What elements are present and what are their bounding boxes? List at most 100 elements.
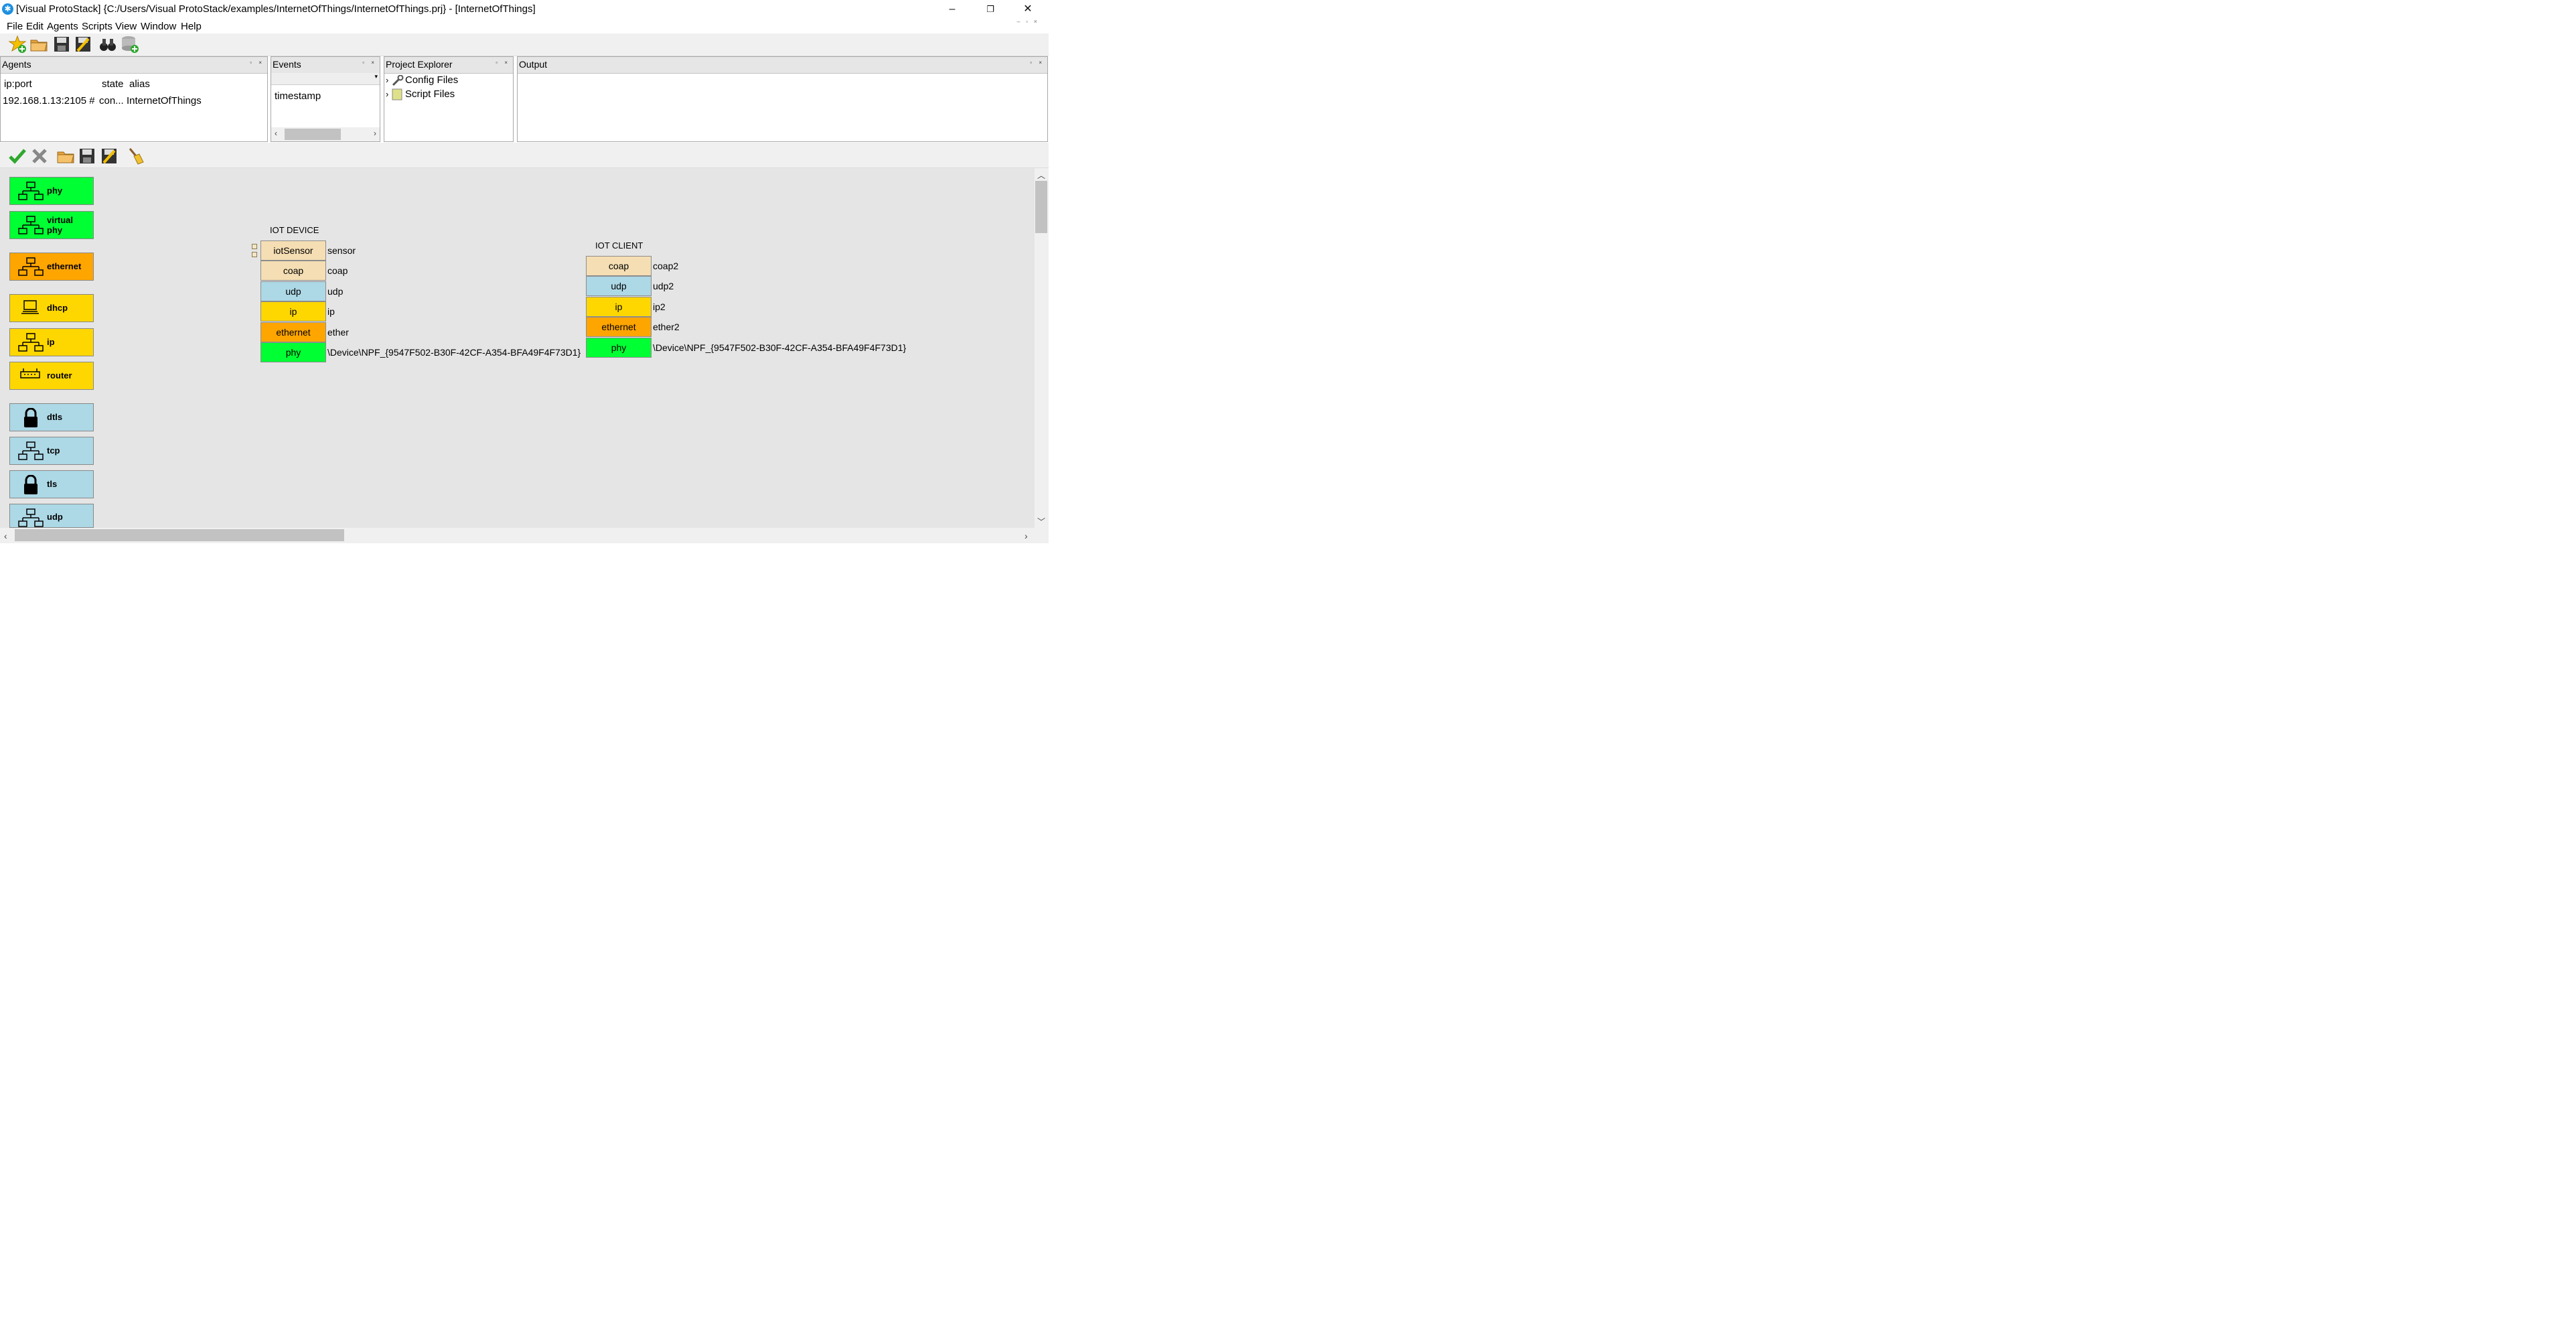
menu-edit[interactable]: Edit bbox=[26, 20, 44, 33]
palette-item-dtls[interactable]: dtls bbox=[9, 403, 94, 431]
save-as-icon[interactable] bbox=[100, 147, 119, 165]
vscroll-thumb[interactable] bbox=[1035, 181, 1047, 233]
layer-ip[interactable]: ip bbox=[260, 301, 326, 322]
palette-item-virtual-phy[interactable]: virtual phy bbox=[9, 211, 94, 239]
chevron-right-icon[interactable]: › bbox=[386, 75, 388, 85]
output-panel: Output ▫ × bbox=[517, 56, 1048, 142]
palette-label: ip bbox=[47, 337, 55, 347]
layer-ethernet[interactable]: ethernet bbox=[586, 317, 652, 337]
tree-item-label: Config Files bbox=[405, 74, 459, 86]
palette-label: dtls bbox=[47, 412, 63, 422]
panel-controls[interactable]: ▫ × bbox=[1030, 60, 1045, 66]
broom-icon[interactable] bbox=[126, 147, 145, 165]
column-header-alias[interactable]: alias bbox=[129, 78, 150, 90]
menu-scripts[interactable]: Scripts bbox=[82, 20, 112, 33]
scroll-right-icon[interactable]: › bbox=[1025, 531, 1028, 541]
tree-item-script-files[interactable]: › Script Files bbox=[384, 88, 513, 102]
output-panel-header: Output ▫ × bbox=[518, 57, 1047, 74]
scroll-left-icon[interactable]: ‹ bbox=[275, 129, 277, 138]
wrench-icon bbox=[392, 75, 404, 86]
palette-item-tcp[interactable]: tcp bbox=[9, 437, 94, 465]
palette-label: udp bbox=[47, 512, 63, 522]
stack-title: IOT DEVICE bbox=[270, 225, 319, 235]
layer-udp[interactable]: udp bbox=[260, 281, 326, 301]
column-header-ipport[interactable]: ip:port bbox=[4, 78, 32, 90]
scroll-right-icon[interactable]: › bbox=[374, 129, 376, 138]
hscroll-thumb[interactable] bbox=[15, 529, 344, 541]
layer-phy[interactable]: phy bbox=[260, 342, 326, 362]
events-scroll-thumb[interactable] bbox=[285, 129, 341, 140]
new-project-icon[interactable] bbox=[8, 35, 27, 54]
tree-item-label: Script Files bbox=[405, 88, 455, 100]
lock-icon bbox=[24, 475, 37, 494]
scroll-left-icon[interactable]: ‹ bbox=[4, 531, 7, 541]
events-column-timestamp[interactable]: timestamp bbox=[275, 90, 321, 102]
database-add-icon[interactable] bbox=[121, 35, 139, 54]
binoculars-icon[interactable] bbox=[98, 35, 117, 54]
layer-alias: ether2 bbox=[653, 322, 680, 332]
close-button[interactable]: ✕ bbox=[1012, 0, 1043, 20]
layer-alias: \Device\NPF_{9547F502-B30F-42CF-A354-BFA… bbox=[327, 347, 581, 358]
menu-file[interactable]: File bbox=[7, 20, 23, 33]
layer-ethernet[interactable]: ethernet bbox=[260, 322, 326, 342]
layer-phy[interactable]: phy bbox=[586, 338, 652, 358]
layer-coap[interactable]: coap bbox=[260, 261, 326, 281]
palette-item-router[interactable]: router bbox=[9, 362, 94, 390]
events-hscrollbar[interactable]: ‹ › bbox=[271, 127, 380, 141]
events-filter-dropdown[interactable]: ▾ bbox=[271, 73, 380, 85]
table-row[interactable]: 192.168.1.13:2105 # con... InternetOfThi… bbox=[1, 92, 267, 109]
layer-alias: udp bbox=[327, 286, 344, 297]
tree-item-config-files[interactable]: › Config Files bbox=[384, 74, 513, 88]
palette-item-ip[interactable]: ip bbox=[9, 328, 94, 356]
restore-button[interactable]: ❐ bbox=[975, 0, 1006, 20]
checkmark-icon[interactable] bbox=[8, 147, 27, 165]
menu-window[interactable]: Window bbox=[141, 20, 176, 33]
agents-panel-title: Agents bbox=[2, 59, 31, 70]
save-icon[interactable] bbox=[78, 147, 96, 165]
panel-controls[interactable]: ▫ × bbox=[496, 60, 510, 66]
events-panel-header: Events ▫ × bbox=[271, 57, 380, 74]
panel-controls[interactable]: ▫ × bbox=[250, 60, 264, 66]
palette-item-tls[interactable]: tls bbox=[9, 470, 94, 498]
output-panel-title: Output bbox=[519, 59, 548, 70]
scroll-up-icon[interactable]: ︿ bbox=[1037, 169, 1045, 181]
resize-handle[interactable] bbox=[252, 244, 257, 249]
layer-alias: udp2 bbox=[653, 281, 674, 291]
cancel-x-icon[interactable] bbox=[30, 147, 49, 165]
palette-label: router bbox=[47, 370, 72, 380]
menu-agents[interactable]: Agents bbox=[47, 20, 78, 33]
network-icon bbox=[18, 441, 44, 460]
menu-help[interactable]: Help bbox=[181, 20, 202, 33]
open-folder-icon[interactable] bbox=[29, 35, 48, 54]
save-as-icon[interactable] bbox=[74, 35, 92, 54]
layer-alias: ether bbox=[327, 327, 349, 338]
menu-view[interactable]: View bbox=[115, 20, 137, 33]
minimize-button[interactable]: – bbox=[937, 0, 968, 20]
network-icon bbox=[18, 508, 44, 527]
scroll-down-icon[interactable]: ﹀ bbox=[1037, 516, 1045, 527]
palette-item-phy[interactable]: phy bbox=[9, 177, 94, 205]
panel-controls[interactable]: ▫ × bbox=[362, 60, 377, 66]
palette-item-ethernet[interactable]: ethernet bbox=[9, 253, 94, 281]
layer-coap[interactable]: coap bbox=[586, 256, 652, 276]
layer-udp[interactable]: udp bbox=[586, 276, 652, 296]
layer-alias: sensor bbox=[327, 245, 356, 256]
layer-ip[interactable]: ip bbox=[586, 297, 652, 317]
app-icon: ✱ bbox=[2, 3, 13, 15]
palette-item-dhcp[interactable]: dhcp bbox=[9, 294, 94, 322]
save-icon[interactable] bbox=[52, 35, 71, 54]
column-header-state[interactable]: state bbox=[102, 78, 124, 90]
open-folder-icon[interactable] bbox=[56, 147, 75, 165]
layer-alias: coap2 bbox=[653, 261, 679, 271]
events-panel-title: Events bbox=[273, 59, 301, 70]
resize-handle[interactable] bbox=[252, 252, 257, 257]
palette-label: dhcp bbox=[47, 303, 68, 313]
layer-iotsensor[interactable]: iotSensor bbox=[260, 240, 326, 261]
palette-item-udp[interactable]: udp bbox=[9, 504, 94, 528]
mdi-controls[interactable]: – ▫ × bbox=[1017, 18, 1039, 25]
layer-alias: ip bbox=[327, 306, 335, 317]
network-icon bbox=[18, 216, 44, 234]
palette-label: ethernet bbox=[47, 261, 82, 271]
network-icon bbox=[18, 182, 44, 200]
chevron-right-icon[interactable]: › bbox=[386, 89, 388, 99]
